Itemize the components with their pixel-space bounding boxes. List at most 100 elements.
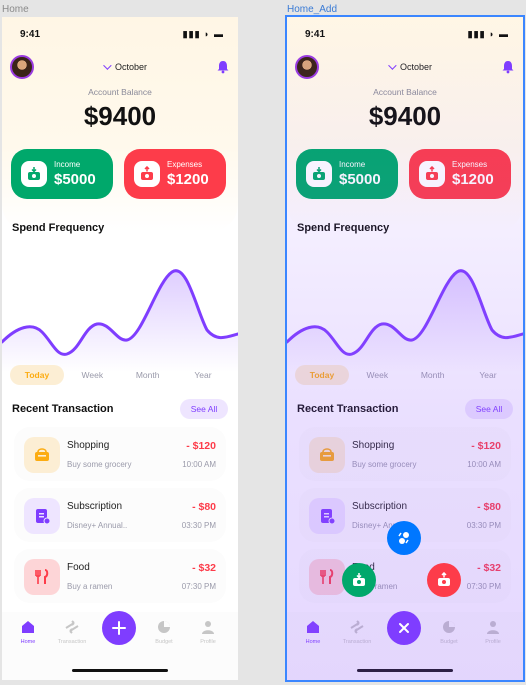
month-label: October — [399, 62, 432, 72]
transaction-amount: - $32 — [477, 562, 501, 574]
tab-month[interactable]: Month — [406, 365, 460, 385]
income-label: Income — [339, 160, 366, 169]
home-icon — [22, 621, 34, 633]
transaction-amount: - $80 — [477, 501, 501, 513]
transaction-amount: - $120 — [186, 440, 216, 452]
nav-transaction[interactable]: Transaction — [52, 620, 92, 645]
home-indicator — [357, 669, 453, 672]
expense-label: Expenses — [167, 160, 203, 169]
transaction-name: Food — [67, 562, 90, 573]
nav-profile-label: Profile — [485, 639, 501, 645]
shopping-icon — [309, 437, 345, 473]
transaction-item-subscription[interactable]: Subscription Disney+ Annual.. - $80 03:3… — [14, 488, 226, 542]
bell-icon[interactable] — [216, 60, 230, 74]
transaction-name: Shopping — [352, 440, 395, 451]
food-icon — [309, 559, 345, 595]
tab-year[interactable]: Year — [461, 365, 515, 385]
income-card[interactable]: Income $5000 — [11, 149, 113, 199]
see-all-button[interactable]: See All — [180, 399, 228, 419]
transaction-desc: Buy a ramen — [67, 582, 113, 591]
nav-home-label: Home — [20, 639, 36, 645]
battery-icon: ▬ — [214, 28, 224, 39]
transaction-time: 07:30 PM — [181, 582, 216, 591]
nav-transaction-label: Transaction — [342, 639, 372, 645]
nav-budget[interactable]: Budget — [429, 620, 469, 645]
avatar[interactable] — [10, 55, 34, 79]
tab-week[interactable]: Week — [350, 365, 404, 385]
status-time: 9:41 — [20, 28, 41, 40]
spend-frequency-title: Spend Frequency — [297, 222, 390, 234]
signal-icon: ▮▮▮ — [182, 28, 201, 39]
subscription-icon — [309, 498, 345, 534]
expense-amount: $1200 — [167, 171, 209, 188]
nav-budget-label: Budget — [440, 639, 458, 645]
frame-label-home-add: Home_Add — [287, 4, 338, 15]
transaction-desc: Buy some grocery — [67, 460, 132, 469]
nav-profile[interactable]: Profile — [473, 620, 513, 645]
expense-card[interactable]: Expenses $1200 — [124, 149, 226, 199]
transaction-item-food[interactable]: Food Buy a ramen - $32 07:30 PM — [14, 549, 226, 603]
see-all-button[interactable]: See All — [465, 399, 513, 419]
close-icon — [399, 623, 409, 633]
nav-home[interactable]: Home — [8, 620, 48, 645]
transaction-item-shopping[interactable]: Shopping Buy some grocery - $120 10:00 A… — [14, 427, 226, 481]
month-selector[interactable]: October — [388, 61, 432, 72]
income-icon — [21, 161, 47, 187]
shopping-icon — [24, 437, 60, 473]
expense-card[interactable]: Expenses $1200 — [409, 149, 511, 199]
nav-home-label: Home — [305, 639, 321, 645]
transaction-icon — [350, 620, 364, 634]
add-button[interactable] — [102, 611, 136, 645]
add-expense-button[interactable] — [427, 563, 461, 597]
transaction-item-shopping[interactable]: Shopping Buy some grocery - $120 10:00 A… — [299, 427, 511, 481]
expense-icon — [438, 572, 450, 586]
nav-budget[interactable]: Budget — [144, 620, 184, 645]
top-header: October — [295, 55, 515, 79]
transaction-time: 03:30 PM — [181, 521, 216, 530]
top-header: October — [10, 55, 230, 79]
expense-icon — [419, 161, 445, 187]
signal-icon: ▮▮▮ — [467, 28, 486, 39]
subscription-icon — [24, 498, 60, 534]
transaction-time: 07:30 PM — [466, 582, 501, 591]
wifi-icon: ◗ — [204, 28, 211, 39]
tab-today[interactable]: Today — [295, 365, 349, 385]
transaction-item-food[interactable]: Food Buy a ramen - $32 07:30 PM — [299, 549, 511, 603]
income-icon — [353, 573, 365, 586]
transaction-name: Shopping — [67, 440, 110, 451]
tab-month[interactable]: Month — [121, 365, 175, 385]
budget-icon — [443, 621, 455, 633]
balance-label: Account Balance — [88, 87, 152, 97]
tab-year[interactable]: Year — [176, 365, 230, 385]
bell-icon[interactable] — [501, 60, 515, 74]
recent-transaction-title: Recent Transaction — [297, 403, 399, 415]
add-income-button[interactable] — [342, 563, 376, 597]
transfer-button[interactable] — [387, 521, 421, 555]
avatar[interactable] — [295, 55, 319, 79]
income-label: Income — [54, 160, 81, 169]
food-icon — [24, 559, 60, 595]
nav-profile-label: Profile — [200, 639, 216, 645]
close-button[interactable] — [387, 611, 421, 645]
expense-amount: $1200 — [452, 171, 494, 188]
nav-home[interactable]: Home — [293, 620, 333, 645]
income-card[interactable]: Income $5000 — [296, 149, 398, 199]
transaction-amount: - $80 — [192, 501, 216, 513]
transaction-amount: - $120 — [471, 440, 501, 452]
transaction-icon — [65, 620, 79, 634]
month-selector[interactable]: October — [103, 61, 147, 72]
transaction-name: Subscription — [352, 501, 408, 512]
balance-label: Account Balance — [373, 87, 437, 97]
status-icons: ▮▮▮ ◗ ▬ — [468, 29, 509, 40]
chevron-down-icon — [103, 61, 112, 70]
tab-today[interactable]: Today — [10, 365, 64, 385]
nav-profile[interactable]: Profile — [188, 620, 228, 645]
income-amount: $5000 — [339, 171, 381, 188]
tab-week[interactable]: Week — [65, 365, 119, 385]
expense-label: Expenses — [452, 160, 488, 169]
month-label: October — [114, 62, 147, 72]
nav-transaction[interactable]: Transaction — [337, 620, 377, 645]
income-icon — [306, 161, 332, 187]
home-icon — [307, 621, 319, 633]
recent-transaction-title: Recent Transaction — [12, 403, 114, 415]
